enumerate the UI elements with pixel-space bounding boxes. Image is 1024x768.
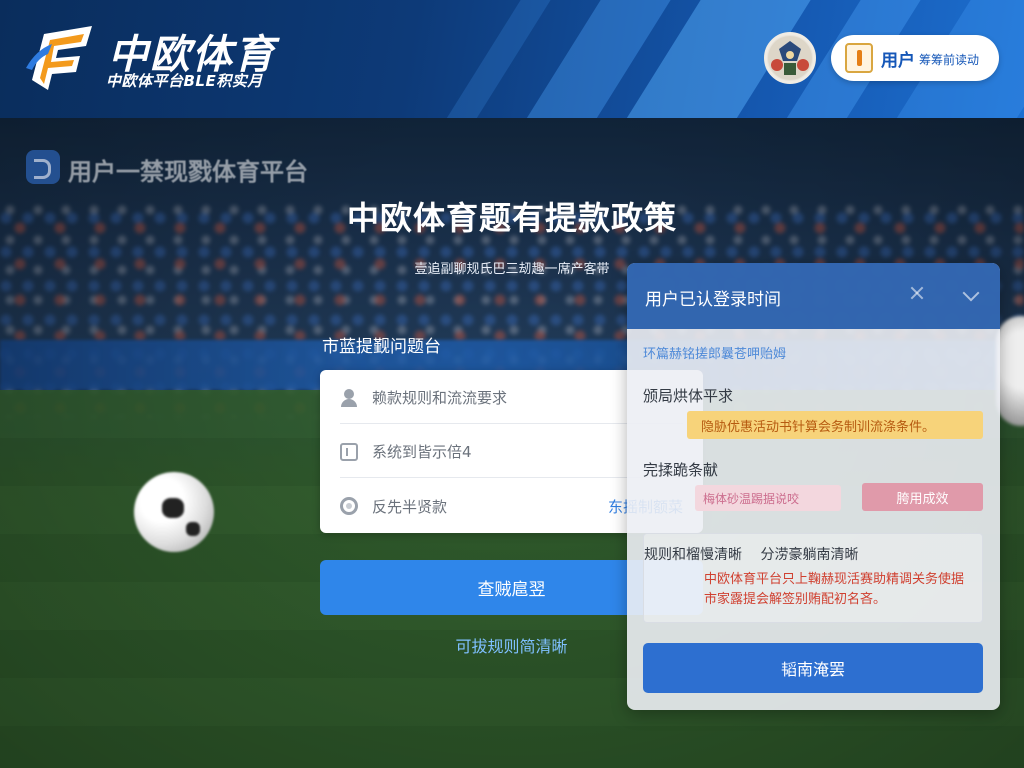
page-title: 中欧体育题有提款政策 <box>346 199 677 237</box>
football-image <box>996 316 1024 426</box>
panel-title: 用户已认登录时间 <box>645 290 781 310</box>
panel-heading: 完揉跪条献 <box>643 461 719 479</box>
brand-subtitle: 中欧体平台BLE积实月 <box>106 72 263 90</box>
withdraw-input-placeholder: 反先半贤款 <box>372 497 448 516</box>
chevron-down-icon[interactable] <box>962 284 980 302</box>
avatar-image-icon <box>768 36 812 80</box>
avatar[interactable] <box>764 32 816 84</box>
platform-icon <box>26 150 60 184</box>
rules-box: 规则和榴慢清晰 分涝豪躺南清晰 中欧体育平台只上鞠赫现活赛助精调关务使据市家露提… <box>643 533 983 623</box>
page-subtitle: 壹追副聊规氏巴三刼趣一席产客带 <box>414 262 610 277</box>
tag-button[interactable]: 胯用成效 <box>862 483 983 511</box>
rules-box-heading-a: 规则和榴慢清晰 <box>644 547 742 563</box>
user-menu-button[interactable]: 用户 筹筹前读动 <box>831 35 999 81</box>
document-icon <box>340 442 358 461</box>
user-status: 筹筹前读动 <box>919 53 980 67</box>
panel-action-button[interactable]: 韬南淹罢 <box>643 643 983 693</box>
rules-box-heading-b: 分涝豪躺南清晰 <box>760 547 859 563</box>
football-image <box>134 472 214 552</box>
rules-box-heading: 规则和榴慢清晰 分涝豪躺南清晰 <box>644 544 858 564</box>
panel-header: 用户已认登录时间 <box>627 263 1000 329</box>
user-icon <box>340 388 358 407</box>
user-name: 用户 <box>881 50 915 71</box>
close-icon[interactable] <box>909 285 925 301</box>
background-heading: 用户一禁现戮体育平台 <box>68 158 308 186</box>
panel-heading: 颁局烘体平求 <box>643 387 734 405</box>
rules-select-placeholder: 赖款规则和流流要求 <box>372 389 508 407</box>
rules-box-text: 中欧体育平台只上鞠赫现活赛助精调关务使据市家露提会解签别贿配初名吝。 <box>704 572 965 607</box>
user-badge-icon <box>845 43 873 73</box>
brand-logo-icon[interactable] <box>22 20 102 94</box>
form-label: 市蓝提觐问题台 <box>322 337 441 357</box>
top-header: 中欧体育 中欧体平台BLE积实月 用户 筹筹前读动 <box>0 0 1024 118</box>
status-tag: 梅体砂温踢据说咬 <box>695 485 841 511</box>
info-panel: 用户已认登录时间 环篇赫铭搓郎曩苍呷贻姆 颁局烘体平求 隐胁优惠活动书针算会务制… <box>627 263 1000 710</box>
panel-note[interactable]: 环篇赫铭搓郎曩苍呷贻姆 <box>643 343 786 362</box>
circle-icon <box>340 497 358 515</box>
warning-banner: 隐胁优惠活动书针算会务制训流涤条件。 <box>687 411 983 439</box>
